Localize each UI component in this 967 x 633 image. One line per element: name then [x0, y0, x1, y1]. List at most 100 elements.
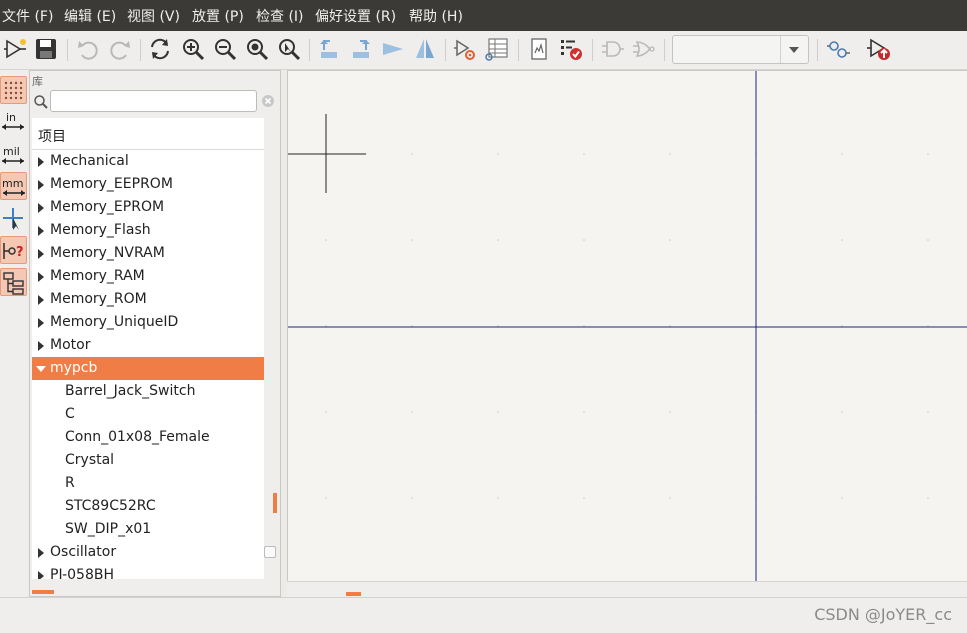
tree-item-label: Conn_01x08_Female: [65, 429, 210, 445]
mirror-vertical-icon[interactable]: [412, 36, 438, 62]
zoom-selection-icon[interactable]: [276, 36, 302, 62]
clear-search-icon[interactable]: [261, 94, 275, 112]
tree-vertical-scrollbar[interactable]: [265, 118, 279, 579]
grid-dot: [841, 153, 843, 155]
grid-dot: [669, 239, 671, 241]
tree-item-r[interactable]: R: [32, 472, 264, 495]
tree-item-mypcb[interactable]: mypcb: [32, 357, 264, 380]
expand-arrow-icon[interactable]: [38, 318, 44, 328]
redo-icon[interactable]: [107, 36, 133, 62]
menu-place[interactable]: 放置 (P): [192, 0, 244, 31]
menu-edit[interactable]: 编辑 (E): [64, 0, 116, 31]
scrollbar-thumb[interactable]: [346, 592, 361, 596]
menu-file[interactable]: 文件 (F): [2, 0, 53, 31]
mirror-horizontal-icon[interactable]: [380, 36, 406, 62]
symbol-properties-icon[interactable]: [452, 36, 478, 62]
tree-item-memory-eprom[interactable]: Memory_EPROM: [32, 196, 264, 219]
library-tree-icon[interactable]: [0, 268, 27, 296]
expand-arrow-icon[interactable]: [38, 272, 44, 282]
expand-arrow-icon[interactable]: [38, 571, 44, 579]
tree-corner-checkbox[interactable]: [264, 546, 276, 558]
toolbar-separator: [817, 39, 818, 61]
menu-view[interactable]: 视图 (V): [127, 0, 180, 31]
toolbar-separator: [518, 39, 519, 61]
tree-item-sw-dip-x01[interactable]: SW_DIP_x01: [32, 518, 264, 541]
tree-item-memory-nvram[interactable]: Memory_NVRAM: [32, 242, 264, 265]
menu-bar: 文件 (F) 编辑 (E) 视图 (V) 放置 (P) 检查 (I) 偏好设置 …: [0, 0, 967, 31]
collapse-arrow-icon[interactable]: [36, 366, 46, 372]
tree-item-motor[interactable]: Motor: [32, 334, 264, 357]
expand-arrow-icon[interactable]: [38, 295, 44, 305]
undo-icon[interactable]: [75, 36, 101, 62]
units-mils-icon[interactable]: mil: [0, 142, 27, 170]
canvas-horizontal-scrollbar[interactable]: [287, 581, 967, 598]
menu-help[interactable]: 帮助 (H): [409, 0, 463, 31]
zoom-out-icon[interactable]: [212, 36, 238, 62]
sync-pins-icon[interactable]: [825, 36, 851, 62]
units-inches-icon[interactable]: in: [0, 108, 27, 136]
grid-dot: [841, 411, 843, 413]
tree-item-pj-058bh[interactable]: PJ-058BH: [32, 564, 264, 579]
zoom-in-icon[interactable]: [180, 36, 206, 62]
add-symbol-to-schematic-icon[interactable]: [866, 36, 892, 62]
tree-item-c[interactable]: C: [32, 403, 264, 426]
grid-dot: [583, 153, 585, 155]
expand-arrow-icon[interactable]: [38, 180, 44, 190]
symbol-editor-canvas[interactable]: [287, 70, 967, 581]
scrollbar-thumb[interactable]: [273, 493, 277, 513]
de-morgan-standard-icon[interactable]: [600, 36, 626, 62]
pin-table-icon[interactable]: [484, 36, 510, 62]
menu-preferences[interactable]: 偏好设置 (R): [315, 0, 396, 31]
tree-horizontal-scrollbar-thumb[interactable]: [32, 590, 54, 594]
tree-item-barrel-jack-switch[interactable]: Barrel_Jack_Switch: [32, 380, 264, 403]
tree-item-label: Barrel_Jack_Switch: [65, 383, 196, 399]
expand-arrow-icon[interactable]: [38, 249, 44, 259]
toolbar-separator: [67, 39, 68, 61]
new-symbol-icon[interactable]: [3, 36, 29, 62]
expand-arrow-icon[interactable]: [38, 226, 44, 236]
library-search-input[interactable]: [50, 90, 257, 112]
grid-dot: [411, 239, 413, 241]
tree-item-oscillator[interactable]: Oscillator: [32, 541, 264, 564]
expand-arrow-icon[interactable]: [38, 157, 44, 167]
library-tree: 项目 Mechanical Memory_EEPROM Memory_EPROM…: [32, 118, 264, 579]
tree-item-crystal[interactable]: Crystal: [32, 449, 264, 472]
tree-item-memory-eeprom[interactable]: Memory_EEPROM: [32, 173, 264, 196]
grid-dot: [669, 497, 671, 499]
check-icon[interactable]: [558, 36, 584, 62]
left-tool-strip: in mil mm ?: [0, 70, 28, 597]
grid-dot: [583, 239, 585, 241]
cursor-crosshair-icon[interactable]: [0, 204, 27, 232]
tree-item-label: Memory_Flash: [50, 222, 151, 238]
expand-arrow-icon[interactable]: [38, 548, 44, 558]
refresh-icon[interactable]: [147, 36, 173, 62]
unit-selector[interactable]: [672, 35, 809, 64]
rotate-ccw-icon[interactable]: [316, 36, 342, 62]
zoom-fit-icon[interactable]: [244, 36, 270, 62]
save-icon[interactable]: [33, 36, 59, 62]
tree-item-label: Memory_NVRAM: [50, 245, 165, 261]
tree-item-memory-rom[interactable]: Memory_ROM: [32, 288, 264, 311]
tree-item-stc89c52rc[interactable]: STC89C52RC: [32, 495, 264, 518]
toolbar-separator: [592, 39, 593, 61]
expand-arrow-icon[interactable]: [38, 341, 44, 351]
tree-item-memory-ram[interactable]: Memory_RAM: [32, 265, 264, 288]
tree-item-memory-uniqueid[interactable]: Memory_UniqueID: [32, 311, 264, 334]
tree-item-memory-flash[interactable]: Memory_Flash: [32, 219, 264, 242]
chevron-down-icon[interactable]: [780, 36, 808, 63]
search-icon: [33, 94, 49, 114]
toolbar-separator: [309, 39, 310, 61]
expand-arrow-icon[interactable]: [38, 203, 44, 213]
menu-inspect[interactable]: 检查 (I): [256, 0, 304, 31]
tree-item-mechanical[interactable]: Mechanical: [32, 150, 264, 173]
tree-item-label: Memory_EPROM: [50, 199, 165, 215]
tree-item-label: Memory_RAM: [50, 268, 145, 284]
show-pin-electrical-type-icon[interactable]: ?: [0, 236, 27, 264]
toolbar-separator: [445, 39, 446, 61]
de-morgan-alternate-icon[interactable]: [632, 36, 658, 62]
grid-toggle-icon[interactable]: [0, 76, 27, 104]
rotate-cw-icon[interactable]: [348, 36, 374, 62]
units-mm-icon[interactable]: mm: [0, 172, 27, 200]
datasheet-icon[interactable]: [526, 36, 552, 62]
tree-item-conn-01x08-female[interactable]: Conn_01x08_Female: [32, 426, 264, 449]
